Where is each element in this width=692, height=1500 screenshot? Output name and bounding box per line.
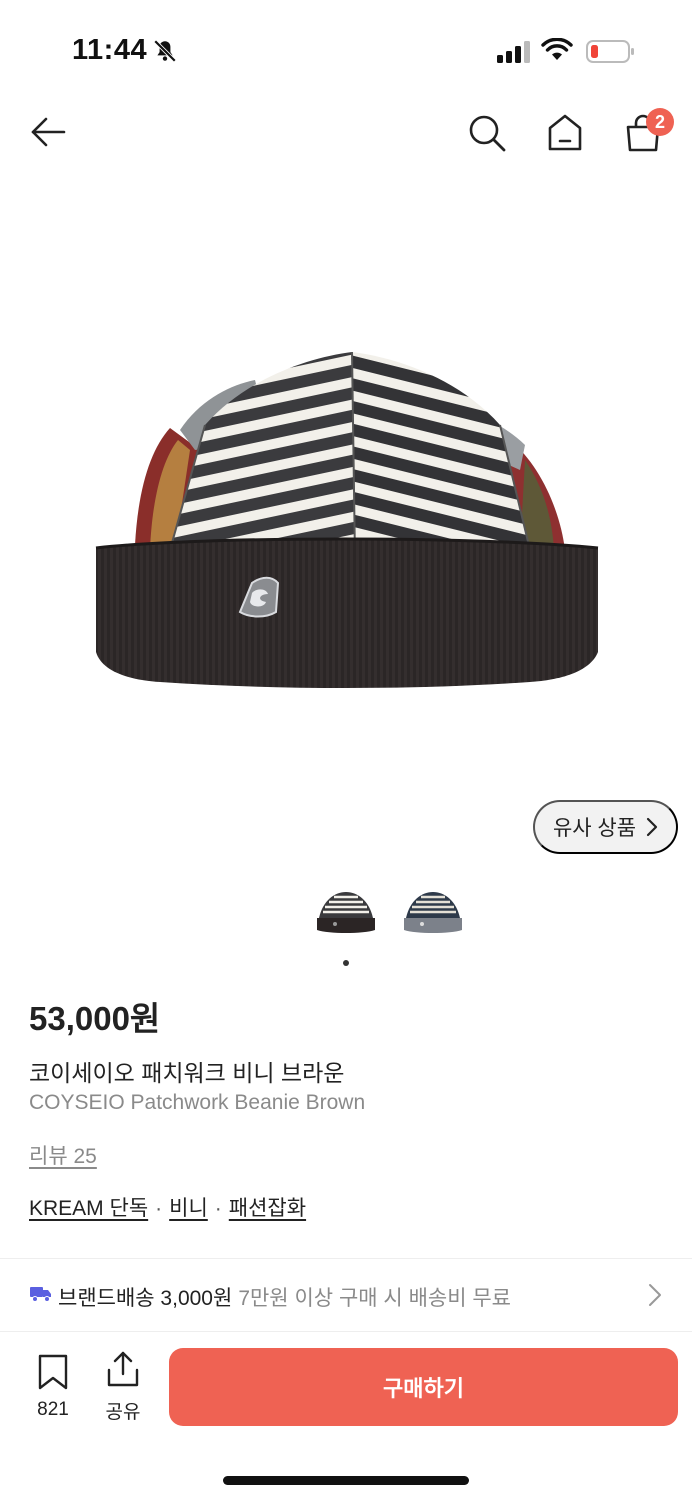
top-nav: 2 [0,100,692,166]
battery-low-icon [586,40,634,63]
share-label: 공유 [105,1402,141,1423]
wishlist-button[interactable]: 821 [28,1354,78,1421]
tag-link[interactable]: 패션잡화 [229,1197,306,1220]
thumbnail-brown[interactable] [313,888,379,936]
bookmark-icon [38,1354,68,1390]
tag-link[interactable]: KREAM 단독 [29,1197,148,1220]
wifi-icon [541,38,573,60]
signal-icon [497,41,530,63]
truck-icon [30,1287,51,1302]
back-arrow-icon[interactable] [28,112,68,152]
chevron-right-icon [646,817,658,837]
share-icon [107,1351,139,1387]
tag-link[interactable]: 비니 [169,1197,208,1220]
similar-products-label: 유사 상품 [552,817,637,840]
thumbnail-strip [0,888,692,938]
share-button[interactable]: 공유 [98,1350,148,1424]
shipping-text: 브랜드배송 3,000원 7만원 이상 구매 시 배송비 무료 [58,1282,511,1312]
beanie-image[interactable] [80,300,610,720]
shipping-note: 7만원 이상 구매 시 배송비 무료 [238,1287,512,1310]
shipping-fee: 브랜드배송 3,000원 [58,1287,233,1310]
chevron-right-icon [649,1284,661,1306]
bell-slash-icon [153,39,177,63]
home-icon[interactable] [544,112,586,154]
product-name-ko: 코이세이오 패치워크 비니 브라운 [29,1060,345,1086]
shipping-row[interactable]: 브랜드배송 3,000원 7만원 이상 구매 시 배송비 무료 [0,1259,692,1331]
cart-count-badge: 2 [646,108,674,136]
tag-separator: · [214,1197,222,1220]
status-bar: 11:44 [0,0,692,100]
wishlist-count: 821 [37,1399,69,1420]
buy-button[interactable]: 구매하기 [169,1348,678,1426]
carousel-indicator [343,960,349,966]
tag-separator: · [155,1197,163,1220]
bottom-action-bar: 821 공유 구매하기 [0,1332,692,1442]
status-time: 11:44 [72,34,148,66]
thumbnail-gray[interactable] [400,888,466,936]
product-price: 53,000원 [29,1000,161,1037]
similar-products-button[interactable]: 유사 상품 [533,800,678,854]
home-indicator [223,1476,469,1485]
review-link[interactable]: 리뷰 25 [29,1140,97,1170]
search-icon[interactable] [466,112,508,154]
product-tags: KREAM 단독 · 비니 · 패션잡화 [29,1192,306,1222]
product-name-en: COYSEIO Patchwork Beanie Brown [29,1091,366,1114]
